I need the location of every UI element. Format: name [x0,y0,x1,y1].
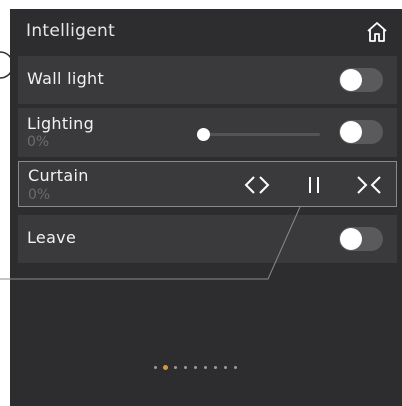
row-leave: Leave [18,215,397,263]
lighting-slider-track[interactable] [197,133,320,136]
page-dot[interactable] [154,366,157,369]
row-label: Wall light [27,69,105,88]
page-dot-active[interactable] [163,365,168,370]
curtain-close-icon[interactable] [354,173,384,197]
page-title: Intelligent [26,21,116,41]
row-label: Curtain [28,166,89,185]
curtain-pause-icon[interactable] [299,173,329,197]
row-wall-light: Wall light [18,56,397,104]
lighting-toggle[interactable] [339,120,383,144]
page-dot[interactable] [184,366,187,369]
curtain-open-icon[interactable] [242,173,272,197]
row-label: Lighting [27,114,95,133]
smart-panel-screen: Intelligent Wall light Lighting 0% Curta… [10,9,402,406]
toggle-knob [340,69,362,91]
row-curtain: Curtain 0% [18,161,397,207]
home-icon[interactable] [365,20,389,44]
toggle-knob [340,121,362,143]
page-dot[interactable] [194,366,197,369]
toggle-knob [340,228,362,250]
wall-light-toggle[interactable] [339,68,383,92]
lighting-slider-thumb[interactable] [197,128,210,141]
row-value: 0% [28,187,51,203]
leave-toggle[interactable] [339,227,383,251]
row-value: 0% [27,134,50,150]
page-dot[interactable] [234,366,237,369]
row-label: Leave [27,228,77,247]
page-dot[interactable] [204,366,207,369]
page-dot[interactable] [224,366,227,369]
page-dot[interactable] [214,366,217,369]
page-dot[interactable] [174,366,177,369]
row-lighting: Lighting 0% [18,108,397,157]
